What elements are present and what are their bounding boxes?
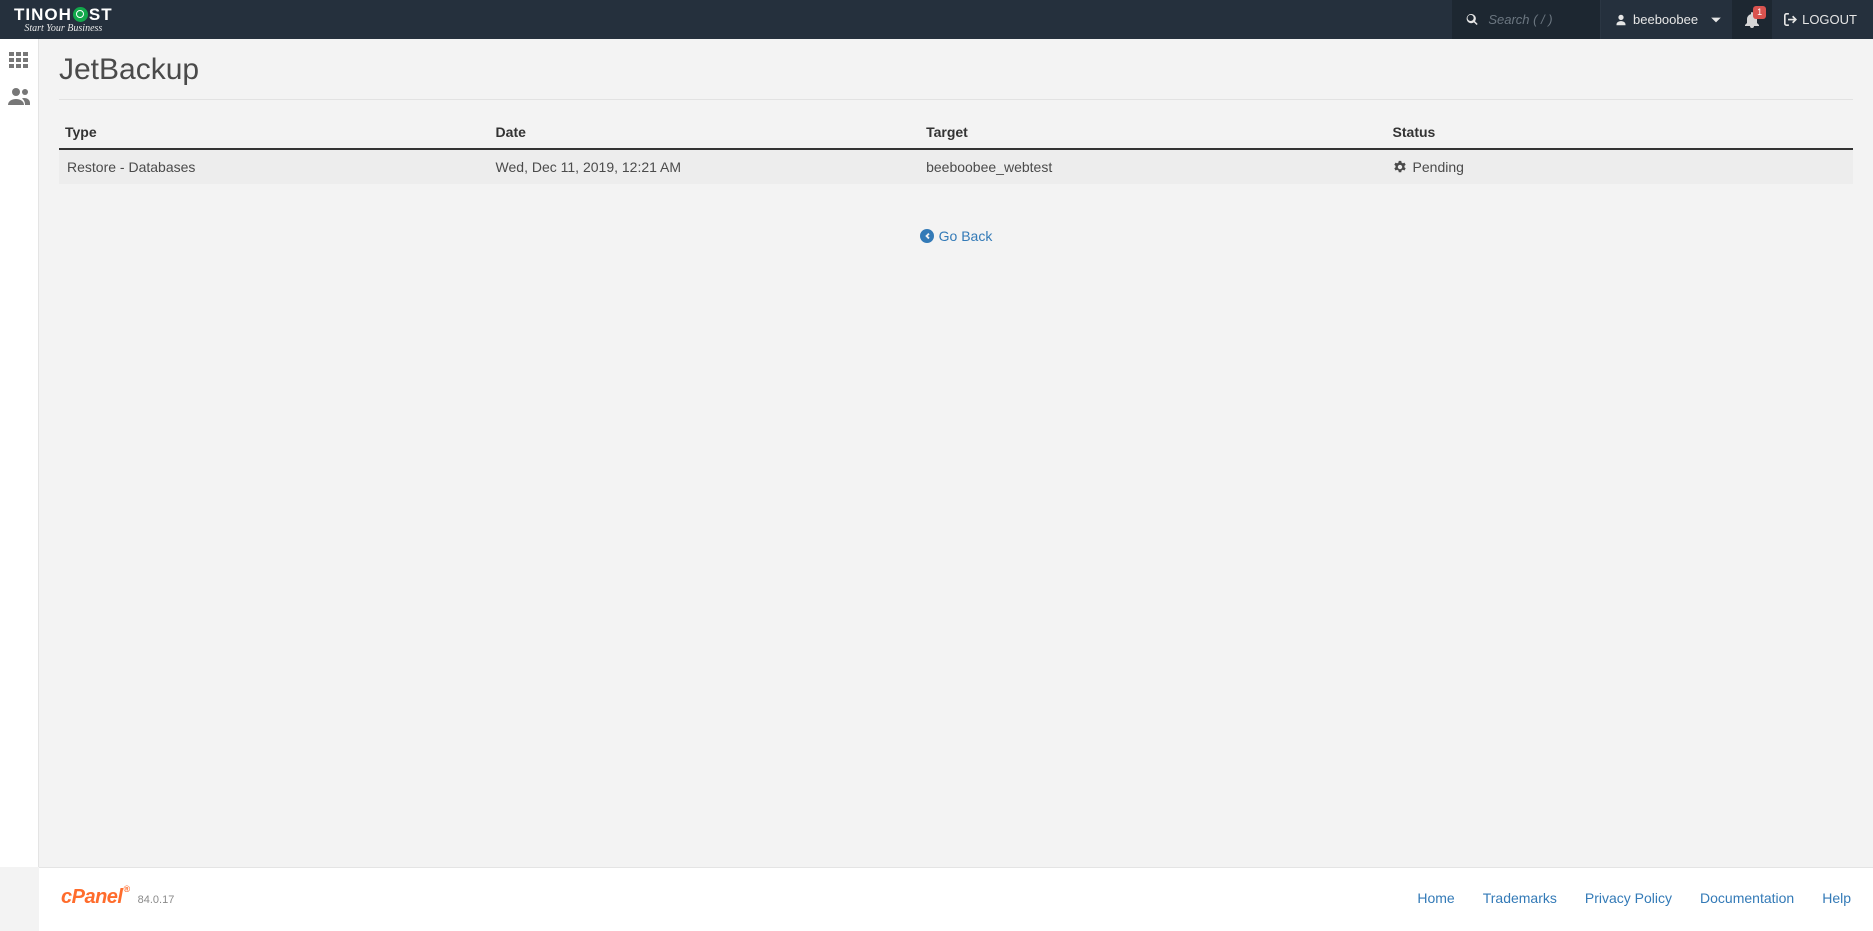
footer-link-home[interactable]: Home (1417, 890, 1454, 906)
footer-link-privacy[interactable]: Privacy Policy (1585, 890, 1672, 906)
logo-text-post: ST (89, 6, 113, 23)
logo-image: TINOH ST Start Your Business (14, 6, 113, 34)
users-icon (7, 87, 31, 105)
col-header-target: Target (920, 118, 1386, 149)
logout-label: LOGOUT (1802, 12, 1857, 27)
logo-text-pre: TINOH (14, 6, 72, 23)
grid-icon (9, 52, 29, 68)
cell-date: Wed, Dec 11, 2019, 12:21 AM (490, 149, 921, 184)
top-header: TINOH ST Start Your Business beeboobee 1… (0, 0, 1873, 39)
users-button[interactable] (6, 85, 32, 107)
search-icon (1466, 12, 1478, 27)
left-sidebar (0, 39, 39, 867)
chevron-down-icon (1710, 14, 1722, 26)
search-container[interactable] (1452, 0, 1600, 39)
username-label: beeboobee (1633, 12, 1698, 27)
cell-status: Pending (1387, 149, 1853, 184)
page-footer: cPanel® 84.0.17 Home Trademarks Privacy … (39, 867, 1873, 931)
status-text: Pending (1413, 159, 1464, 175)
cpanel-logo: cPanel® (61, 886, 130, 909)
gear-icon (1393, 160, 1407, 174)
version-label: 84.0.17 (138, 894, 175, 906)
col-header-date: Date (490, 118, 921, 149)
logout-button[interactable]: LOGOUT (1772, 0, 1873, 39)
user-menu[interactable]: beeboobee (1600, 0, 1732, 39)
logout-icon (1784, 13, 1797, 26)
footer-links: Home Trademarks Privacy Policy Documenta… (1417, 890, 1851, 906)
cell-target: beeboobee_webtest (920, 149, 1386, 184)
apps-grid-button[interactable] (6, 49, 32, 71)
user-icon (1615, 14, 1627, 26)
cell-type: Restore - Databases (59, 149, 490, 184)
globe-icon (73, 7, 88, 22)
col-header-type: Type (59, 118, 490, 149)
col-header-status: Status (1387, 118, 1853, 149)
arrow-left-circle-icon (920, 229, 934, 243)
page-title: JetBackup (59, 49, 1853, 100)
table-row: Restore - Databases Wed, Dec 11, 2019, 1… (59, 149, 1853, 184)
page-content: JetBackup Type Date Target Status Restor… (39, 39, 1873, 867)
footer-link-help[interactable]: Help (1822, 890, 1851, 906)
go-back-link[interactable]: Go Back (920, 228, 993, 244)
cpanel-brand-text: cPanel (61, 886, 122, 908)
search-input[interactable] (1488, 12, 1590, 27)
queue-table: Type Date Target Status Restore - Databa… (59, 118, 1853, 184)
notifications-button[interactable]: 1 (1732, 0, 1772, 39)
brand-logo[interactable]: TINOH ST Start Your Business (0, 0, 127, 39)
notification-badge: 1 (1753, 6, 1766, 19)
footer-link-documentation[interactable]: Documentation (1700, 890, 1794, 906)
go-back-label: Go Back (939, 228, 993, 244)
logo-tagline: Start Your Business (24, 24, 102, 34)
footer-link-trademarks[interactable]: Trademarks (1483, 890, 1557, 906)
